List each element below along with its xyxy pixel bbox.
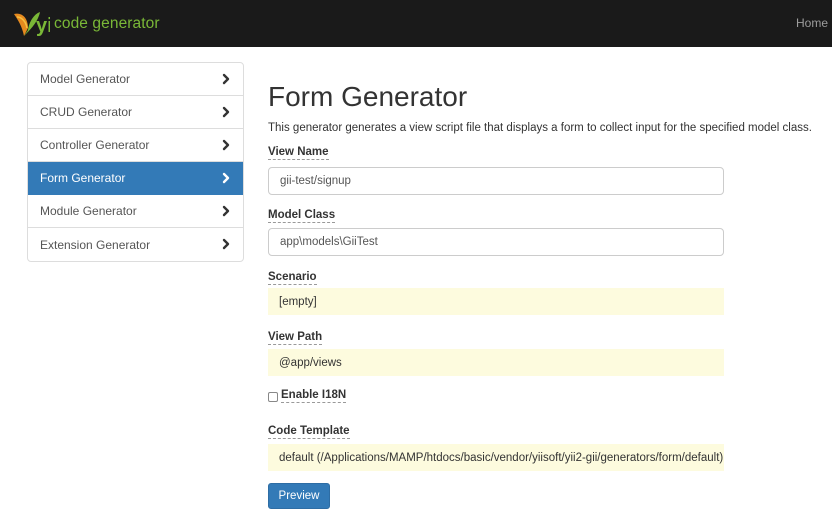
view-name-input[interactable]: gii-test/signup xyxy=(268,167,724,195)
sidebar-item-crud-generator[interactable]: CRUD Generator xyxy=(28,96,243,129)
sidebar-item-label: Form Generator xyxy=(40,171,126,185)
brand[interactable]: yii code generator xyxy=(10,8,160,40)
sidebar-item-label: Extension Generator xyxy=(40,237,151,252)
sidebar-item-extension-generator[interactable]: Extension Generator xyxy=(28,228,243,261)
page-title: Form Generator xyxy=(268,81,468,112)
sidebar-item-label: Model Generator xyxy=(40,72,131,86)
sidebar-item-form-generator[interactable]: Form Generator xyxy=(28,162,243,195)
brand-text: code generator xyxy=(54,15,160,32)
scenario-label: Scenario xyxy=(268,271,317,285)
sidebar-item-label: Controller Generator xyxy=(40,138,150,152)
scenario-sticky-value[interactable]: [empty] xyxy=(268,288,724,315)
view-path-sticky-value[interactable]: @app/views xyxy=(268,349,724,376)
sidebar-item-label: Module Generator xyxy=(40,204,137,218)
svg-text:yii: yii xyxy=(36,15,50,37)
chevron-right-icon xyxy=(222,172,230,184)
enable-i18n-checkbox[interactable] xyxy=(268,392,278,402)
model-class-label: Model Class xyxy=(268,209,336,223)
page-description: This generator generates a view script f… xyxy=(268,122,812,134)
sidebar-item-label: CRUD Generator xyxy=(40,105,133,119)
code-template-sticky-value[interactable]: default (/Applications/MAMP/htdocs/basic… xyxy=(268,444,724,471)
top-navbar: yii code generator Home xyxy=(0,0,832,47)
chevron-right-icon xyxy=(222,73,230,85)
chevron-right-icon xyxy=(222,205,230,217)
view-path-label: View Path xyxy=(268,331,323,345)
enable-i18n-label[interactable]: Enable I18N xyxy=(281,389,347,403)
yii-logo-icon: yii xyxy=(14,12,50,37)
sidebar-item-module-generator[interactable]: Module Generator xyxy=(28,195,243,228)
view-name-label: View Name xyxy=(268,146,329,160)
preview-button[interactable]: Preview xyxy=(268,483,330,509)
sidebar-item-controller-generator[interactable]: Controller Generator xyxy=(28,129,243,162)
chevron-right-icon xyxy=(222,238,230,250)
generator-sidebar: Model Generator CRUD Generator Controlle… xyxy=(27,62,244,262)
code-template-label: Code Template xyxy=(268,425,350,439)
chevron-right-icon xyxy=(222,106,230,118)
chevron-right-icon xyxy=(222,139,230,151)
model-class-input[interactable]: app\models\GiiTest xyxy=(268,228,724,256)
nav-home-link[interactable]: Home xyxy=(796,16,828,30)
sidebar-item-model-generator[interactable]: Model Generator xyxy=(28,63,243,96)
